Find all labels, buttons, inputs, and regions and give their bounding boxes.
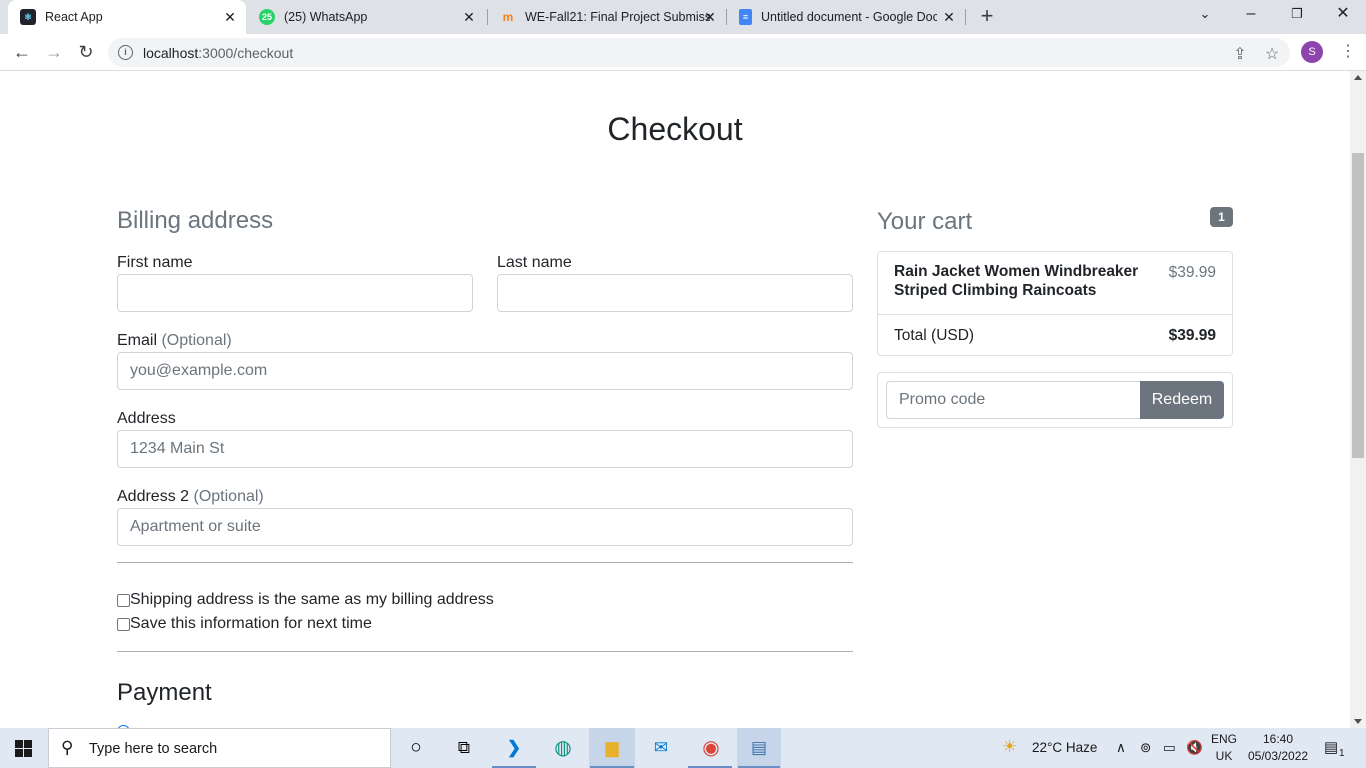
chrome-icon[interactable]: ◉ bbox=[697, 734, 725, 762]
close-icon[interactable]: ✕ bbox=[941, 9, 957, 25]
same-address-row: Shipping address is the same as my billi… bbox=[117, 591, 494, 609]
share-icon[interactable]: ⇪ bbox=[1231, 44, 1249, 64]
close-icon[interactable]: ✕ bbox=[461, 9, 477, 25]
weather-icon[interactable]: ☀ bbox=[1002, 737, 1017, 757]
app-window-icon[interactable]: ▤ bbox=[745, 734, 773, 762]
back-icon[interactable]: ← bbox=[11, 41, 33, 63]
url-text[interactable]: localhost:3000/checkout bbox=[143, 45, 293, 61]
profile-avatar[interactable]: S bbox=[1301, 41, 1323, 63]
tab-react-app[interactable]: ⚛ React App ✕ bbox=[8, 0, 246, 34]
tray-overflow-icon[interactable]: ∧ bbox=[1116, 740, 1126, 756]
forward-icon[interactable]: → bbox=[43, 41, 65, 63]
promo-form: Redeem bbox=[877, 372, 1233, 428]
browser-tab-bar: ⚛ React App ✕ 25 (25) WhatsApp ✕ m WE-Fa… bbox=[0, 0, 1366, 34]
windows-start-icon[interactable] bbox=[15, 740, 32, 757]
search-icon: ⚲ bbox=[61, 738, 74, 757]
close-icon[interactable]: ✕ bbox=[222, 9, 238, 25]
payment-heading: Payment bbox=[117, 679, 212, 706]
save-info-checkbox[interactable] bbox=[117, 617, 130, 631]
email-input[interactable] bbox=[117, 352, 853, 390]
last-name-label: Last name bbox=[497, 254, 572, 271]
divider bbox=[117, 651, 853, 652]
optional-hint: (Optional) bbox=[161, 332, 232, 349]
tab-moodle[interactable]: m WE-Fall21: Final Project Submissi ✕ bbox=[488, 0, 726, 34]
scroll-up-icon[interactable] bbox=[1354, 75, 1362, 80]
first-name-label: First name bbox=[117, 254, 193, 271]
promo-code-input[interactable] bbox=[886, 381, 1142, 419]
cart-count-badge: 1 bbox=[1210, 207, 1233, 227]
window-close-icon[interactable]: ✕ bbox=[1333, 4, 1353, 24]
same-address-label: Shipping address is the same as my billi… bbox=[130, 591, 494, 608]
whatsapp-icon: 25 bbox=[259, 9, 275, 25]
optional-hint: (Optional) bbox=[193, 488, 264, 505]
site-info-icon[interactable]: i bbox=[118, 45, 133, 60]
first-name-input[interactable] bbox=[117, 274, 473, 312]
cart-item: Rain Jacket Women Windbreaker Striped Cl… bbox=[878, 252, 1232, 315]
checkout-page: Checkout Billing address First name Last… bbox=[0, 71, 1350, 728]
language-indicator[interactable]: ENG UK bbox=[1210, 731, 1238, 765]
taskbar-search-placeholder: Type here to search bbox=[89, 741, 218, 757]
clock[interactable]: 16:40 05/03/2022 bbox=[1248, 731, 1308, 765]
close-icon[interactable]: ✕ bbox=[702, 9, 718, 25]
file-explorer-icon[interactable]: ▆ bbox=[598, 734, 626, 762]
notification-count: 1 bbox=[1339, 748, 1345, 759]
tab-whatsapp[interactable]: 25 (25) WhatsApp ✕ bbox=[247, 0, 485, 34]
cortana-icon[interactable]: ○ bbox=[402, 734, 430, 762]
mail-icon[interactable]: ✉ bbox=[647, 734, 675, 762]
cart-heading: Your cart bbox=[877, 208, 973, 235]
restore-icon[interactable]: ❐ bbox=[1287, 4, 1307, 24]
browser-toolbar: ← → ↻ i localhost:3000/checkout ⇪ ☆ S ⋮ bbox=[0, 34, 1366, 71]
same-address-checkbox[interactable] bbox=[117, 593, 130, 607]
last-name-input[interactable] bbox=[497, 274, 853, 312]
notifications-icon[interactable]: ▤ bbox=[1324, 738, 1338, 756]
tab-separator bbox=[965, 9, 966, 25]
weather-text[interactable]: 22°C Haze bbox=[1032, 740, 1097, 755]
divider bbox=[117, 562, 853, 563]
page-scrollbar[interactable] bbox=[1350, 71, 1366, 728]
meet-now-icon[interactable]: ⊚ bbox=[1140, 740, 1151, 756]
windows-taskbar: ⚲ Type here to search ○ ⧉ ❯ ◍ ▆ ✉ ◉ ▤ ☀ … bbox=[0, 728, 1366, 768]
address2-label: Address 2 (Optional) bbox=[117, 488, 264, 505]
address-input[interactable] bbox=[117, 430, 853, 468]
reload-icon[interactable]: ↻ bbox=[75, 41, 97, 63]
page-title: Checkout bbox=[607, 111, 743, 147]
cart-item-name: Rain Jacket Women Windbreaker Striped Cl… bbox=[894, 263, 1139, 299]
tab-title: (25) WhatsApp bbox=[284, 10, 368, 24]
billing-heading: Billing address bbox=[117, 207, 274, 234]
save-info-label: Save this information for next time bbox=[130, 615, 372, 632]
google-docs-icon: ≡ bbox=[739, 9, 752, 25]
scroll-thumb[interactable] bbox=[1352, 153, 1364, 458]
cart-total-label: Total (USD) bbox=[894, 327, 975, 344]
minimize-icon[interactable]: – bbox=[1241, 4, 1261, 24]
cart-item-price: $39.99 bbox=[1168, 264, 1216, 281]
menu-kebab-icon[interactable]: ⋮ bbox=[1340, 40, 1356, 64]
vscode-icon[interactable]: ❯ bbox=[500, 734, 528, 762]
bookmark-star-icon[interactable]: ☆ bbox=[1263, 44, 1281, 64]
taskbar-search-box[interactable]: ⚲ Type here to search bbox=[48, 728, 391, 768]
address-label: Address bbox=[117, 410, 176, 427]
cart-total-value: $39.99 bbox=[1168, 327, 1216, 344]
address-bar[interactable]: i localhost:3000/checkout ⇪ ☆ bbox=[108, 38, 1290, 67]
tab-title: Untitled document - Google Doc bbox=[761, 10, 937, 24]
email-label: Email (Optional) bbox=[117, 332, 232, 349]
redeem-button[interactable]: Redeem bbox=[1140, 381, 1224, 419]
tab-title: WE-Fall21: Final Project Submissi bbox=[525, 10, 710, 24]
react-icon: ⚛ bbox=[20, 9, 36, 25]
moodle-icon: m bbox=[502, 10, 514, 24]
address2-input[interactable] bbox=[117, 508, 853, 546]
tab-title: React App bbox=[45, 10, 103, 24]
volume-muted-icon[interactable]: 🔇 bbox=[1186, 740, 1203, 756]
edge-icon[interactable]: ◍ bbox=[549, 734, 577, 762]
battery-icon[interactable]: ▭ bbox=[1163, 740, 1176, 756]
scroll-down-icon[interactable] bbox=[1354, 719, 1362, 724]
tab-google-docs[interactable]: ≡ Untitled document - Google Doc ✕ bbox=[727, 0, 965, 34]
tab-search-icon[interactable]: ⌄ bbox=[1195, 4, 1215, 24]
task-view-icon[interactable]: ⧉ bbox=[450, 734, 478, 762]
save-info-row: Save this information for next time bbox=[117, 615, 372, 633]
cart-total-row: Total (USD) $39.99 bbox=[878, 315, 1232, 356]
cart-list: Rain Jacket Women Windbreaker Striped Cl… bbox=[877, 251, 1233, 356]
new-tab-icon[interactable]: + bbox=[976, 5, 998, 27]
